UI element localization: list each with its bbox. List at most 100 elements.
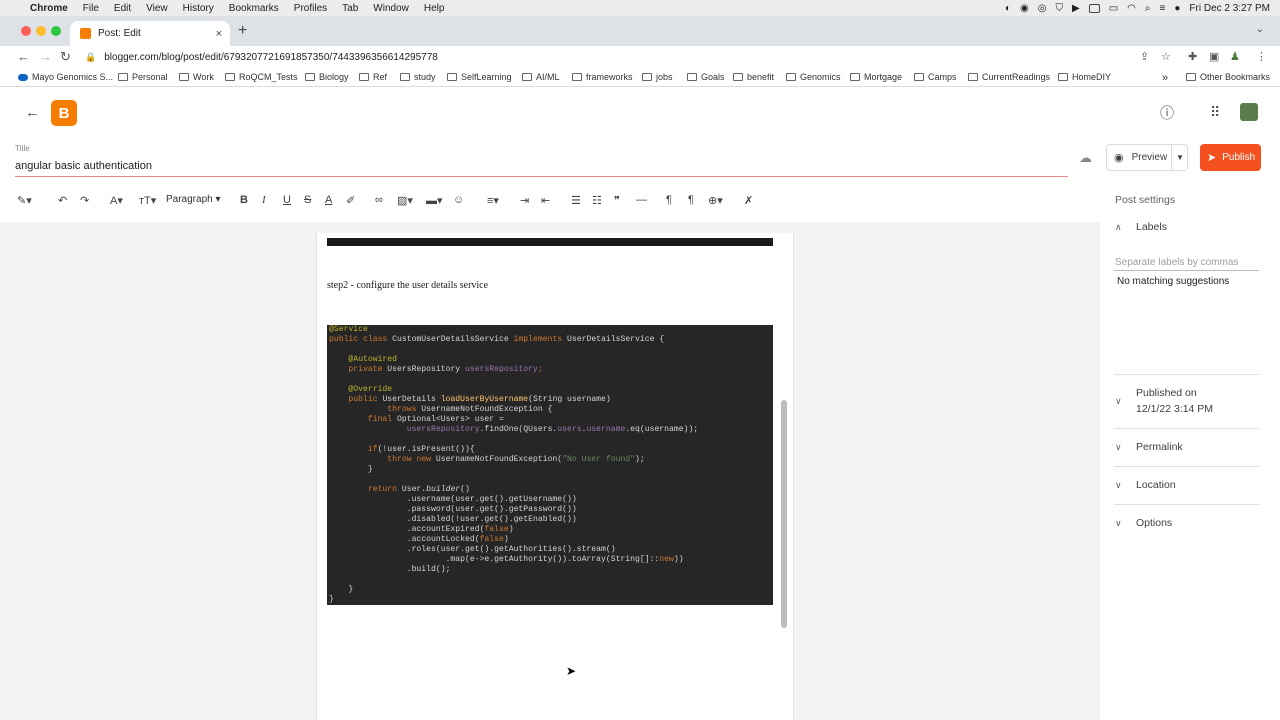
font-size-icon[interactable]: тT▾ <box>139 194 156 207</box>
kebab-menu-icon[interactable]: ⋮ <box>1256 50 1267 63</box>
help-icon[interactable]: ⓘ <box>1160 103 1174 123</box>
highlight-icon[interactable]: ✐ <box>346 194 355 207</box>
bookmark-folder[interactable]: Mortgage <box>850 72 902 82</box>
clear-format-icon[interactable]: ✗ <box>744 194 753 207</box>
close-window-button[interactable] <box>21 26 31 36</box>
post-title-input[interactable]: angular basic authentication <box>15 160 152 172</box>
forward-arrow-icon[interactable]: → <box>39 49 52 64</box>
bookmark-folder[interactable]: Personal <box>118 72 168 82</box>
status-icon[interactable]: ▶ <box>1072 3 1080 14</box>
redo-icon[interactable]: ↷ <box>80 194 89 207</box>
ltr-icon[interactable]: ¶ <box>666 194 672 206</box>
tab-post-edit[interactable]: Post: Edit × <box>70 21 230 46</box>
status-icon[interactable]: ◎ <box>1038 3 1047 14</box>
text-color-icon[interactable]: A <box>325 194 332 206</box>
undo-icon[interactable]: ↶ <box>58 194 67 207</box>
new-tab-button[interactable]: + <box>238 22 247 40</box>
spotlight-icon[interactable]: ⌕ <box>1145 3 1151 14</box>
bookmark-star-icon[interactable]: ☆ <box>1161 50 1171 63</box>
emoji-icon[interactable]: ☺ <box>453 194 464 206</box>
reload-icon[interactable]: ↻ <box>60 49 71 65</box>
paragraph-style-dropdown[interactable]: Paragraph ▾ <box>166 194 221 205</box>
chevron-down-icon[interactable]: ▼ <box>1176 153 1184 162</box>
status-icon[interactable]: ◉ <box>1020 3 1029 14</box>
bookmark-folder[interactable]: jobs <box>642 72 673 82</box>
strikethrough-icon[interactable]: S <box>304 194 311 206</box>
address-bar[interactable]: 🔒 blogger.com/blog/post/edit/67932077216… <box>85 47 1180 67</box>
font-icon[interactable]: A▾ <box>110 194 123 207</box>
publish-button[interactable]: ➤ Publish <box>1200 144 1261 171</box>
align-icon[interactable]: ≡▾ <box>487 194 499 207</box>
control-center-icon[interactable]: ≡ <box>1160 3 1166 14</box>
horizontal-rule-icon[interactable]: — <box>636 194 647 206</box>
numbered-list-icon[interactable]: ☰ <box>571 194 581 207</box>
code-block[interactable]: @Service public class CustomUserDetailsSe… <box>327 325 773 605</box>
share-icon[interactable]: ⇪ <box>1140 50 1149 63</box>
bookmark-folder[interactable]: benefit <box>733 72 774 82</box>
lock-icon[interactable]: 🔒 <box>85 52 96 63</box>
quote-icon[interactable]: ❞ <box>614 194 620 207</box>
status-icon[interactable]: ◐ <box>1005 3 1011 14</box>
bookmark-folder[interactable]: RoQCM_Tests <box>225 72 298 82</box>
bookmark-item[interactable]: Mayo Genomics S... <box>18 72 113 82</box>
link-icon[interactable]: ∞ <box>375 194 383 206</box>
sidepanel-icon[interactable]: ▣ <box>1209 50 1219 63</box>
apps-grid-icon[interactable]: ⠿ <box>1210 104 1220 121</box>
bookmark-folder[interactable]: Camps <box>914 72 957 82</box>
bookmark-folder[interactable]: Biology <box>305 72 349 82</box>
bookmark-folder[interactable]: CurrentReadings <box>968 72 1050 82</box>
location-section-toggle[interactable]: ∨ Location <box>1115 479 1176 491</box>
bookmark-folder[interactable]: Genomics <box>786 72 841 82</box>
blogger-logo[interactable]: B <box>51 100 77 126</box>
permalink-section-toggle[interactable]: ∨ Permalink <box>1115 441 1183 453</box>
bookmark-folder[interactable]: HomeDIY <box>1058 72 1111 82</box>
url-text[interactable]: blogger.com/blog/post/edit/6793207721691… <box>104 52 438 63</box>
options-section-toggle[interactable]: ∨ Options <box>1115 517 1172 529</box>
pencil-mode-icon[interactable]: ✎▾ <box>17 194 32 207</box>
video-icon[interactable]: ▬▾ <box>426 194 443 207</box>
italic-icon[interactable]: I <box>262 194 266 206</box>
zoom-window-button[interactable] <box>51 26 61 36</box>
menu-file[interactable]: File <box>83 3 99 14</box>
published-on-section-toggle[interactable]: ∨ Published on 12/1/22 3:14 PM <box>1115 387 1213 415</box>
labels-section-toggle[interactable]: ∧ Labels <box>1115 221 1167 233</box>
bookmark-folder[interactable]: Ref <box>359 72 387 82</box>
bookmark-folder[interactable]: SelfLearning <box>447 72 512 82</box>
labels-input[interactable]: Separate labels by commas <box>1115 257 1238 268</box>
menu-profiles[interactable]: Profiles <box>294 3 327 14</box>
preview-button[interactable]: ◉ Preview ▼ <box>1106 144 1188 171</box>
bookmarks-overflow-button[interactable]: » <box>1162 72 1168 84</box>
siri-icon[interactable]: ● <box>1174 3 1180 14</box>
bookmark-folder[interactable]: frameworks <box>572 72 633 82</box>
menu-view[interactable]: View <box>146 3 168 14</box>
avatar[interactable] <box>1240 103 1258 121</box>
status-icon[interactable]: ⛉ <box>1056 3 1064 14</box>
bold-icon[interactable]: B <box>240 194 248 206</box>
menu-edit[interactable]: Edit <box>114 3 131 14</box>
menu-help[interactable]: Help <box>424 3 445 14</box>
underline-icon[interactable]: U <box>283 194 291 206</box>
rtl-icon[interactable]: ¶ <box>688 194 694 206</box>
back-arrow-icon[interactable]: ← <box>17 49 30 64</box>
status-icon[interactable] <box>1088 3 1100 13</box>
menu-window[interactable]: Window <box>373 3 409 14</box>
indent-icon[interactable]: ⇥ <box>520 194 529 207</box>
image-icon[interactable]: ▨▾ <box>397 194 413 207</box>
menubar-clock[interactable]: Fri Dec 2 3:27 PM <box>1189 3 1270 14</box>
menu-bookmarks[interactable]: Bookmarks <box>229 3 279 14</box>
language-globe-icon[interactable]: ⊕▾ <box>708 194 723 207</box>
other-bookmarks-folder[interactable]: Other Bookmarks <box>1186 72 1270 82</box>
profile-avatar-icon[interactable]: ♟ <box>1230 50 1240 63</box>
back-arrow-icon[interactable]: ← <box>25 104 40 121</box>
wifi-icon[interactable]: ◠ <box>1127 3 1136 14</box>
tab-search-chevron-icon[interactable]: ⌄ <box>1256 24 1264 35</box>
body-paragraph[interactable]: step2 - configure the user details servi… <box>327 280 488 291</box>
menu-tab[interactable]: Tab <box>342 3 358 14</box>
minimize-window-button[interactable] <box>36 26 46 36</box>
menu-app-chrome[interactable]: Chrome <box>30 3 68 14</box>
menu-history[interactable]: History <box>183 3 214 14</box>
bookmark-folder[interactable]: Goals <box>687 72 725 82</box>
extensions-puzzle-icon[interactable]: ✚ <box>1188 50 1197 63</box>
battery-icon[interactable]: ▭ <box>1109 3 1118 14</box>
bookmark-folder[interactable]: AI/ML <box>522 72 560 82</box>
